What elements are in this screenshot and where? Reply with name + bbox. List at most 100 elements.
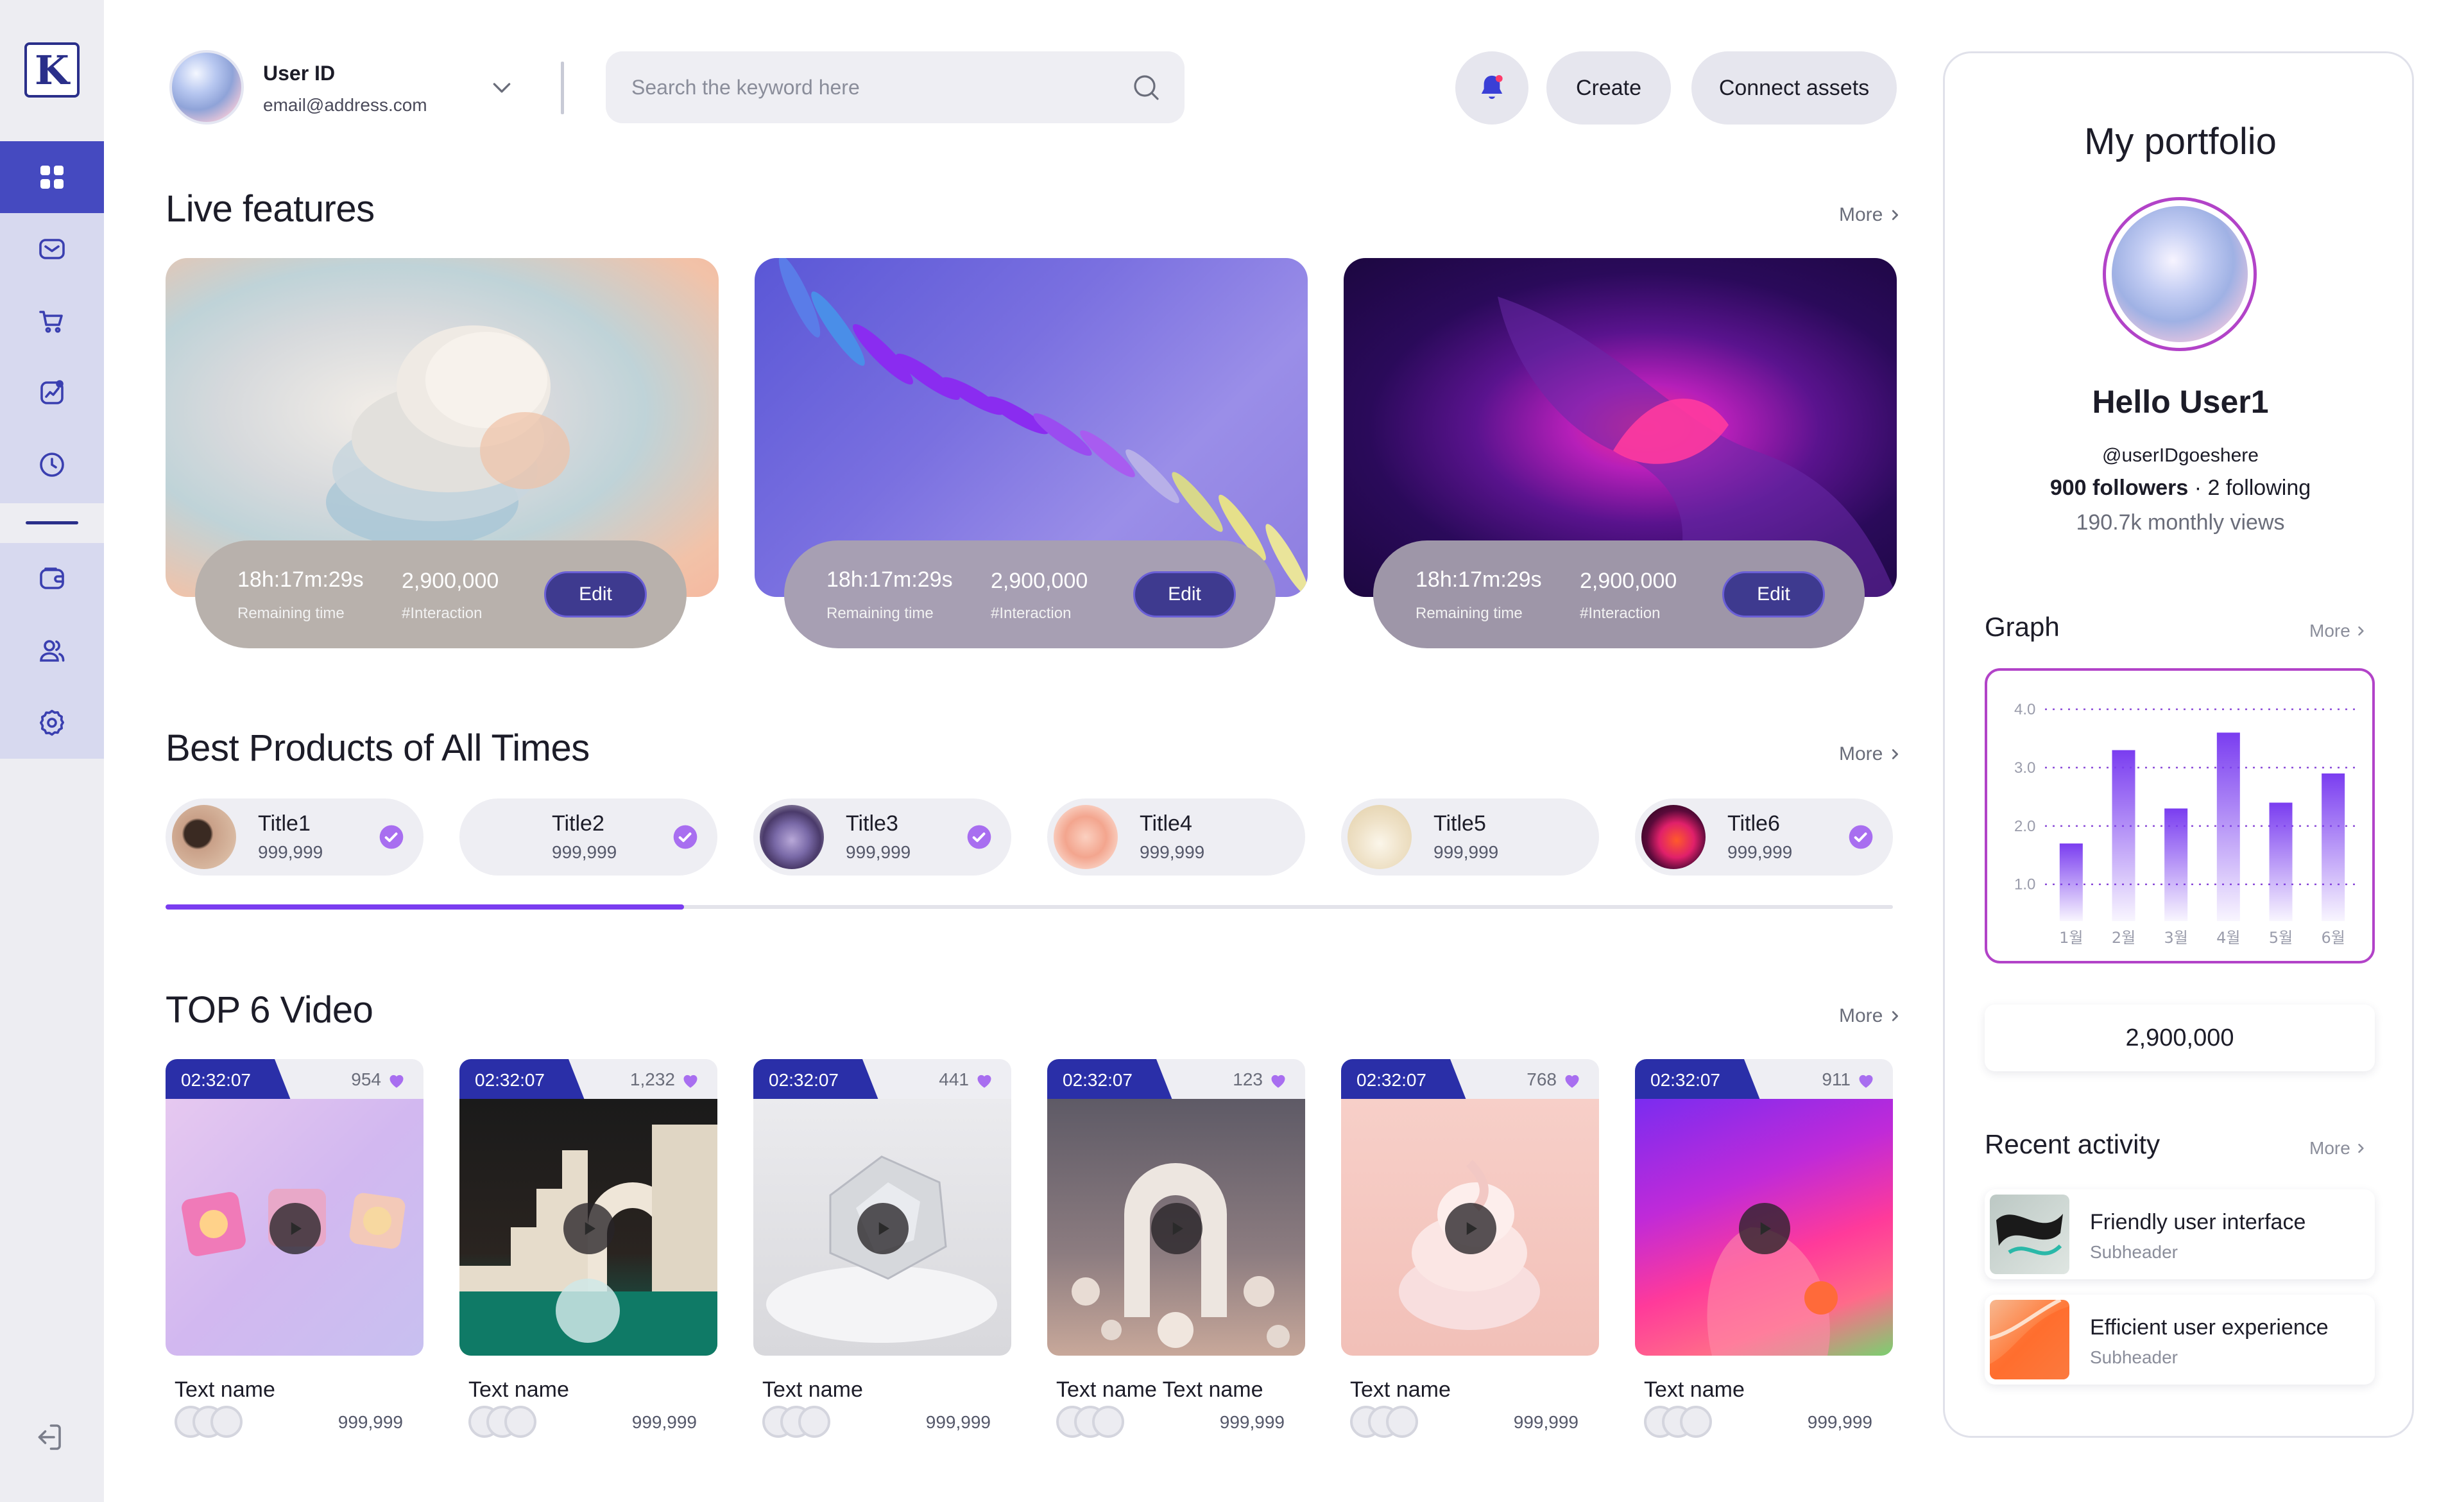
play-button[interactable] — [1445, 1203, 1496, 1254]
heart-icon[interactable] — [388, 1072, 406, 1089]
app-root: K User ID email@address.com Search the k… — [0, 0, 2464, 1502]
interaction-count-label: #Interaction — [991, 605, 1072, 622]
bar[interactable] — [2059, 843, 2083, 921]
mail-icon — [39, 239, 65, 259]
chevron-right-icon — [1892, 210, 1899, 220]
play-button[interactable] — [1151, 1203, 1202, 1254]
video-name[interactable]: Text name — [1350, 1377, 1451, 1403]
video-name[interactable]: Text name — [1644, 1377, 1745, 1403]
video-card[interactable]: 02:32:07 954 — [166, 1059, 424, 1356]
bar-chart-svg: 1.0 2.0 3.0 4.0 1월 2월 3월 4월 5월 6월 — [2014, 701, 2359, 947]
x-tick-label: 2월 — [2112, 929, 2135, 947]
recent-activity-more-link[interactable]: More — [2309, 1138, 2367, 1159]
video-name[interactable]: Text name — [762, 1377, 863, 1403]
bar[interactable] — [2216, 732, 2240, 921]
chevron-right-icon — [2358, 1143, 2364, 1153]
sidebar-item-history[interactable] — [0, 429, 104, 501]
sidebar-item-settings[interactable] — [0, 687, 104, 759]
bar[interactable] — [2164, 808, 2188, 921]
product-chip[interactable]: Title1 999,999 — [166, 798, 424, 876]
graph-more-link[interactable]: More — [2309, 621, 2367, 641]
video-name[interactable]: Text name — [468, 1377, 569, 1403]
logout-icon[interactable] — [31, 1420, 65, 1455]
video-card[interactable]: 02:32:07 441 — [753, 1059, 1011, 1356]
play-button[interactable] — [563, 1203, 615, 1254]
sidebar-item-wallet[interactable] — [0, 543, 104, 615]
video-card[interactable]: 02:32:07 911 — [1635, 1059, 1893, 1356]
heart-icon[interactable] — [681, 1072, 699, 1089]
avatar — [1092, 1406, 1124, 1438]
bar[interactable] — [2322, 773, 2345, 921]
top-videos-more-link[interactable]: More — [1839, 1005, 1902, 1027]
product-chip[interactable]: Title5 999,999 — [1341, 798, 1599, 876]
interaction-count-value: 2,900,000 — [1580, 569, 1677, 593]
viewer-avatars — [1644, 1406, 1715, 1438]
gear-icon — [40, 709, 64, 736]
product-chip[interactable]: Title6 999,999 — [1635, 798, 1893, 876]
activity-item[interactable]: Efficient user experience Subheader — [1985, 1295, 2375, 1385]
bar[interactable] — [2112, 750, 2135, 921]
product-thumbnail — [1641, 805, 1706, 869]
edit-button[interactable]: Edit — [1722, 571, 1825, 617]
play-button[interactable] — [1739, 1203, 1790, 1254]
product-value: 999,999 — [1433, 842, 1499, 862]
live-features-more-link[interactable]: More — [1839, 204, 1902, 226]
portfolio-avatar[interactable] — [2112, 206, 2248, 342]
bar[interactable] — [2269, 802, 2293, 921]
products-scroll-thumb[interactable] — [166, 904, 684, 910]
following-count[interactable]: 2 following — [2207, 476, 2311, 500]
play-button[interactable] — [270, 1203, 321, 1254]
followers-count[interactable]: 900 followers — [2050, 476, 2188, 500]
video-duration: 02:32:07 — [166, 1059, 291, 1101]
activity-subtitle: Subheader — [2090, 1347, 2178, 1367]
search-icon[interactable] — [1131, 72, 1161, 103]
notification-button[interactable] — [1455, 51, 1528, 125]
search-input[interactable] — [631, 51, 1106, 123]
product-title: Title1 — [258, 811, 311, 836]
product-chip[interactable]: Title2 999,999 — [459, 798, 717, 876]
edit-button[interactable]: Edit — [544, 571, 647, 617]
sidebar-item-users[interactable] — [0, 615, 104, 687]
video-likes: 768 — [1527, 1069, 1557, 1089]
connect-assets-button[interactable]: Connect assets — [1691, 51, 1897, 125]
edit-button[interactable]: Edit — [1133, 571, 1236, 617]
play-button[interactable] — [857, 1203, 909, 1254]
product-thumbnail — [1348, 805, 1412, 869]
product-chip[interactable]: Title4 999,999 — [1047, 798, 1305, 876]
video-card[interactable]: 02:32:07 123 — [1047, 1059, 1305, 1356]
best-products-title: Best Products of All Times — [166, 727, 590, 769]
sidebar-item-dashboard[interactable] — [0, 141, 104, 213]
user-avatar[interactable] — [169, 50, 244, 125]
y-tick-label: 1.0 — [2014, 876, 2035, 893]
sidebar-item-cart[interactable] — [0, 285, 104, 357]
monthly-views: 190.7k monthly views — [2076, 510, 2285, 535]
app-logo[interactable]: K — [24, 42, 80, 98]
video-name[interactable]: Text name — [175, 1377, 275, 1403]
bell-icon — [1481, 74, 1503, 99]
video-likes: 123 — [1233, 1069, 1263, 1089]
product-title: Title3 — [846, 811, 898, 836]
activity-thumbnail — [1990, 1300, 2069, 1379]
product-chip[interactable]: Title3 999,999 — [753, 798, 1011, 876]
sidebar-group-main — [0, 141, 104, 503]
activity-item[interactable]: Friendly user interface Subheader — [1985, 1189, 2375, 1279]
heart-icon[interactable] — [1563, 1072, 1581, 1089]
remaining-time-label: Remaining time — [826, 605, 934, 622]
chevron-down-icon[interactable] — [489, 74, 515, 100]
heart-icon[interactable] — [1857, 1072, 1875, 1089]
sidebar-item-analytics[interactable] — [0, 357, 104, 429]
products-scroll-track[interactable] — [166, 904, 1893, 910]
video-name[interactable]: Text name Text name — [1056, 1377, 1263, 1403]
search-bar — [606, 51, 1185, 123]
video-card[interactable]: 02:32:07 768 — [1341, 1059, 1599, 1356]
heart-icon[interactable] — [1269, 1072, 1287, 1089]
y-tick-label: 2.0 — [2014, 818, 2035, 835]
verified-badge-icon — [967, 825, 991, 849]
video-view-count: 999,999 — [1513, 1412, 1579, 1432]
sidebar-item-messages[interactable] — [0, 213, 104, 285]
waves-art-image — [1990, 1300, 2069, 1379]
best-products-more-link[interactable]: More — [1839, 743, 1902, 765]
heart-icon[interactable] — [975, 1072, 993, 1089]
create-button[interactable]: Create — [1546, 51, 1671, 125]
video-card[interactable]: 02:32:07 1,232 — [459, 1059, 717, 1356]
